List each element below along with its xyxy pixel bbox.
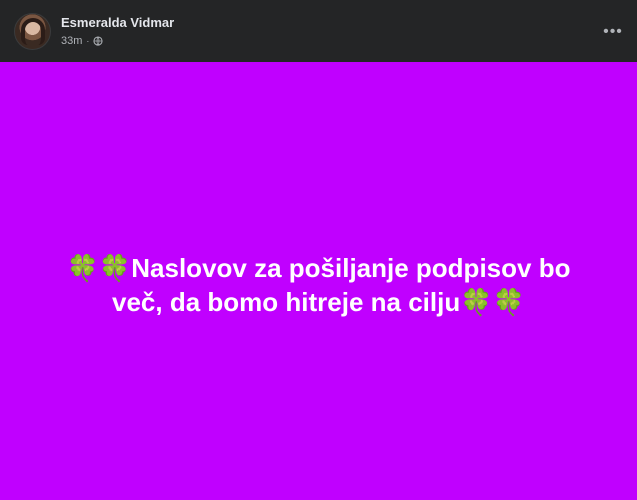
facebook-post: Esmeralda Vidmar 33m · ••• 🍀🍀Naslovov za… [0, 0, 637, 500]
meta-separator: · [86, 36, 90, 46]
profile-photo-icon [21, 18, 45, 45]
author-name[interactable]: Esmeralda Vidmar [61, 15, 174, 31]
status-text: 🍀🍀Naslovov za pošiljanje podpisov bo več… [66, 252, 571, 317]
more-options-button[interactable]: ••• [601, 20, 625, 44]
post-time[interactable]: 33m [61, 35, 82, 47]
author-avatar[interactable] [14, 13, 51, 50]
post-meta: 33m · [61, 35, 103, 47]
post-header: Esmeralda Vidmar 33m · ••• [0, 0, 637, 62]
status-text-background: 🍀🍀Naslovov za pošiljanje podpisov bo več… [0, 62, 637, 500]
globe-icon[interactable] [93, 36, 103, 46]
